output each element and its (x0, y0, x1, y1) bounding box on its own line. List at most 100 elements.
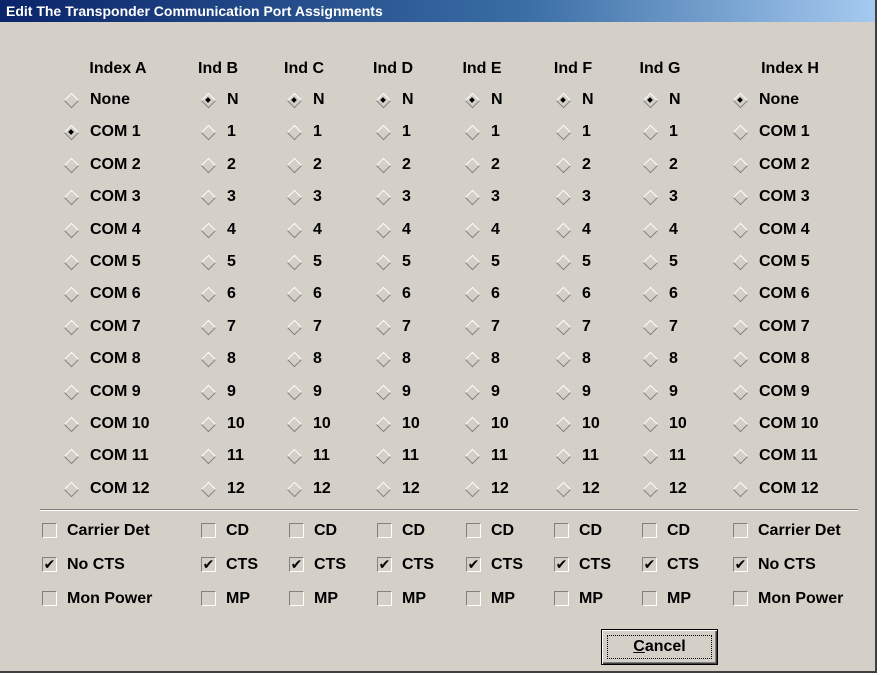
col-c-checkbox[interactable]: ✔ CTS (289, 556, 369, 576)
cancel-button[interactable]: Cancel (601, 629, 718, 665)
col-c-checkbox[interactable]: MP (289, 590, 369, 610)
col-d-radio-option[interactable]: 6 (376, 284, 446, 304)
col-b-radio-option[interactable]: 11 (201, 446, 271, 466)
col-e-radio-option[interactable]: 4 (465, 220, 535, 240)
col-a-radio-option[interactable]: COM 4 (64, 220, 184, 240)
col-a-radio-option[interactable]: None (64, 90, 184, 110)
col-d-radio-option[interactable]: 8 (376, 349, 446, 369)
col-a-checkbox[interactable]: ✔ No CTS (42, 556, 177, 576)
col-e-radio-option[interactable]: 11 (465, 446, 535, 466)
col-a-radio-option[interactable]: COM 7 (64, 317, 184, 337)
col-f-checkbox[interactable]: ✔ CTS (554, 556, 634, 576)
col-a-radio-option[interactable]: COM 8 (64, 349, 184, 369)
col-b-checkbox[interactable]: ✔ CTS (201, 556, 281, 576)
col-d-radio-option[interactable]: 1 (376, 122, 446, 142)
col-c-radio-option[interactable]: 6 (287, 284, 357, 304)
col-g-radio-option[interactable]: 10 (643, 414, 713, 434)
col-a-radio-option[interactable]: COM 2 (64, 155, 184, 175)
col-g-radio-option[interactable]: N (643, 90, 713, 110)
col-g-radio-option[interactable]: 9 (643, 382, 713, 402)
col-c-radio-option[interactable]: 10 (287, 414, 357, 434)
col-e-radio-option[interactable]: 5 (465, 252, 535, 272)
col-h-radio-option[interactable]: COM 2 (733, 155, 853, 175)
col-h-radio-option[interactable]: None (733, 90, 853, 110)
col-b-radio-option[interactable]: 10 (201, 414, 271, 434)
col-h-checkbox[interactable]: Mon Power (733, 590, 868, 610)
col-e-checkbox[interactable]: CD (466, 522, 546, 542)
col-e-checkbox[interactable]: MP (466, 590, 546, 610)
col-d-radio-option[interactable]: 4 (376, 220, 446, 240)
col-h-radio-option[interactable]: COM 1 (733, 122, 853, 142)
col-b-radio-option[interactable]: 1 (201, 122, 271, 142)
col-g-radio-option[interactable]: 2 (643, 155, 713, 175)
col-f-radio-option[interactable]: 3 (556, 187, 626, 207)
col-a-radio-option[interactable]: COM 6 (64, 284, 184, 304)
col-h-radio-option[interactable]: COM 4 (733, 220, 853, 240)
col-a-checkbox[interactable]: Mon Power (42, 590, 177, 610)
col-d-radio-option[interactable]: 3 (376, 187, 446, 207)
col-d-radio-option[interactable]: 12 (376, 479, 446, 499)
col-h-radio-option[interactable]: COM 11 (733, 446, 853, 466)
col-b-radio-option[interactable]: 4 (201, 220, 271, 240)
col-e-radio-option[interactable]: 12 (465, 479, 535, 499)
col-c-radio-option[interactable]: N (287, 90, 357, 110)
col-e-radio-option[interactable]: 8 (465, 349, 535, 369)
col-e-radio-option[interactable]: 10 (465, 414, 535, 434)
col-e-checkbox[interactable]: ✔ CTS (466, 556, 546, 576)
col-f-radio-option[interactable]: 8 (556, 349, 626, 369)
col-b-radio-option[interactable]: 6 (201, 284, 271, 304)
col-g-checkbox[interactable]: ✔ CTS (642, 556, 722, 576)
col-f-radio-option[interactable]: 7 (556, 317, 626, 337)
col-d-checkbox[interactable]: MP (377, 590, 457, 610)
col-b-radio-option[interactable]: 2 (201, 155, 271, 175)
col-c-radio-option[interactable]: 8 (287, 349, 357, 369)
col-d-radio-option[interactable]: 7 (376, 317, 446, 337)
col-f-checkbox[interactable]: CD (554, 522, 634, 542)
col-a-radio-option[interactable]: COM 5 (64, 252, 184, 272)
col-g-radio-option[interactable]: 1 (643, 122, 713, 142)
col-g-radio-option[interactable]: 3 (643, 187, 713, 207)
col-h-radio-option[interactable]: COM 3 (733, 187, 853, 207)
col-b-radio-option[interactable]: 3 (201, 187, 271, 207)
col-g-radio-option[interactable]: 8 (643, 349, 713, 369)
col-h-radio-option[interactable]: COM 8 (733, 349, 853, 369)
col-f-radio-option[interactable]: 9 (556, 382, 626, 402)
col-b-radio-option[interactable]: 9 (201, 382, 271, 402)
col-f-radio-option[interactable]: 10 (556, 414, 626, 434)
col-a-checkbox[interactable]: Carrier Det (42, 522, 177, 542)
col-f-radio-option[interactable]: 11 (556, 446, 626, 466)
col-d-radio-option[interactable]: 10 (376, 414, 446, 434)
col-e-radio-option[interactable]: 9 (465, 382, 535, 402)
col-g-radio-option[interactable]: 6 (643, 284, 713, 304)
col-c-radio-option[interactable]: 7 (287, 317, 357, 337)
col-a-radio-option[interactable]: COM 12 (64, 479, 184, 499)
col-f-checkbox[interactable]: MP (554, 590, 634, 610)
col-d-checkbox[interactable]: ✔ CTS (377, 556, 457, 576)
col-e-radio-option[interactable]: 1 (465, 122, 535, 142)
col-d-radio-option[interactable]: 5 (376, 252, 446, 272)
col-b-radio-option[interactable]: 5 (201, 252, 271, 272)
col-c-radio-option[interactable]: 4 (287, 220, 357, 240)
col-a-radio-option[interactable]: COM 9 (64, 382, 184, 402)
col-e-radio-option[interactable]: 2 (465, 155, 535, 175)
col-a-radio-option[interactable]: COM 1 (64, 122, 184, 142)
col-h-radio-option[interactable]: COM 6 (733, 284, 853, 304)
col-g-radio-option[interactable]: 12 (643, 479, 713, 499)
col-d-radio-option[interactable]: 11 (376, 446, 446, 466)
col-c-radio-option[interactable]: 12 (287, 479, 357, 499)
col-h-radio-option[interactable]: COM 10 (733, 414, 853, 434)
col-b-checkbox[interactable]: MP (201, 590, 281, 610)
col-c-radio-option[interactable]: 5 (287, 252, 357, 272)
col-b-checkbox[interactable]: CD (201, 522, 281, 542)
col-g-radio-option[interactable]: 5 (643, 252, 713, 272)
col-g-checkbox[interactable]: MP (642, 590, 722, 610)
col-f-radio-option[interactable]: 4 (556, 220, 626, 240)
col-c-radio-option[interactable]: 1 (287, 122, 357, 142)
col-b-radio-option[interactable]: 8 (201, 349, 271, 369)
col-f-radio-option[interactable]: N (556, 90, 626, 110)
col-f-radio-option[interactable]: 2 (556, 155, 626, 175)
col-e-radio-option[interactable]: 6 (465, 284, 535, 304)
col-f-radio-option[interactable]: 6 (556, 284, 626, 304)
col-h-checkbox[interactable]: Carrier Det (733, 522, 868, 542)
col-e-radio-option[interactable]: N (465, 90, 535, 110)
